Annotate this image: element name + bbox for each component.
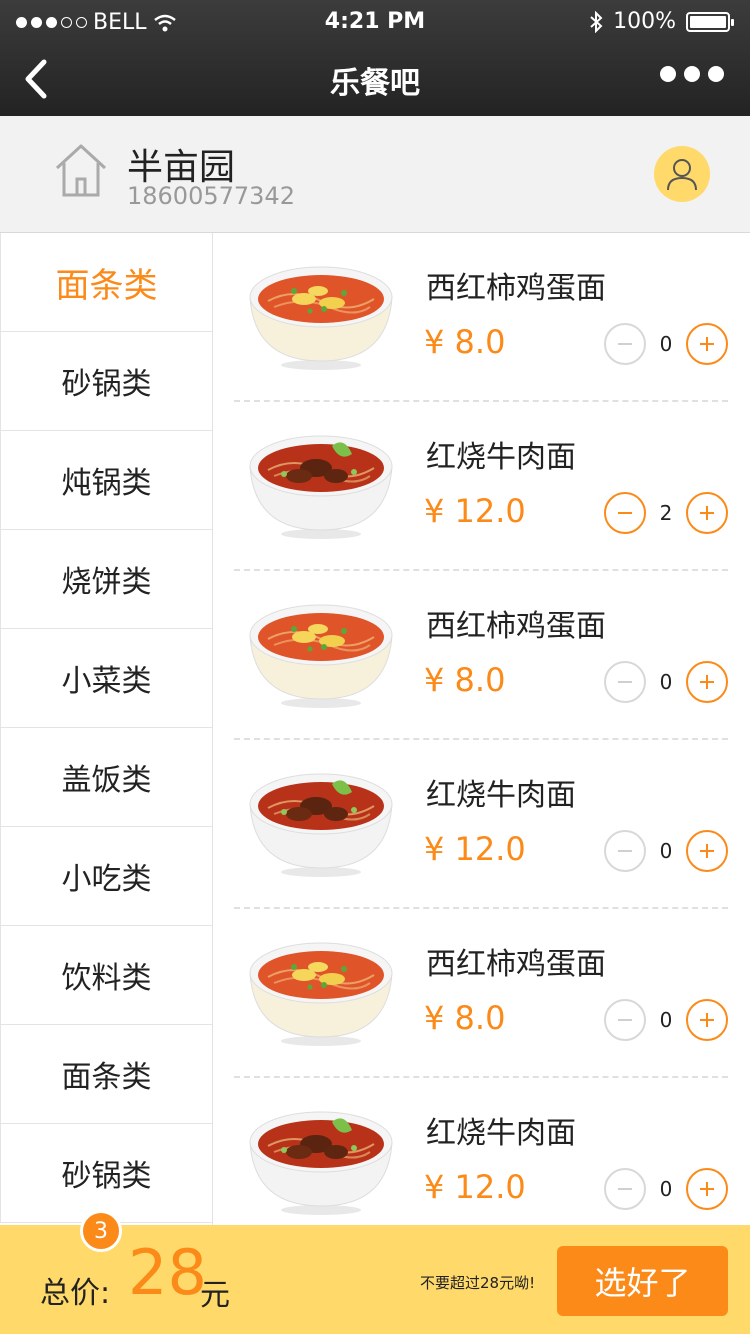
increase-button[interactable] bbox=[686, 999, 728, 1041]
plus-icon bbox=[700, 337, 714, 351]
more-dot-icon bbox=[708, 66, 724, 82]
store-header: 半亩园 18600577342 bbox=[0, 116, 750, 233]
page-title: 乐餐吧 bbox=[330, 66, 420, 101]
decrease-button[interactable] bbox=[604, 492, 646, 534]
category-item[interactable]: 面条类 bbox=[0, 1025, 212, 1124]
tomato-egg-noodle-icon bbox=[244, 257, 398, 371]
braised-beef-noodle-icon bbox=[244, 426, 398, 540]
increase-button[interactable] bbox=[686, 492, 728, 534]
decrease-button[interactable] bbox=[604, 999, 646, 1041]
quantity-stepper: 0 bbox=[604, 1168, 728, 1210]
submit-button[interactable]: 选好了 bbox=[557, 1246, 728, 1316]
category-item[interactable]: 烧饼类 bbox=[0, 530, 212, 629]
decrease-button[interactable] bbox=[604, 1168, 646, 1210]
item-price: ¥ 8.0 bbox=[424, 661, 506, 699]
quantity-value: 0 bbox=[659, 1177, 673, 1201]
quantity-value: 0 bbox=[659, 670, 673, 694]
item-name: 红烧牛肉面 bbox=[426, 1116, 576, 1151]
product-list: 西红柿鸡蛋面 ¥ 8.0 0 红烧牛肉面 ¥ 12.0 2 西红柿鸡蛋面 ¥ 8.0 0 红烧牛肉… bbox=[214, 233, 750, 1225]
minus-icon bbox=[618, 1019, 632, 1021]
menu-item: 红烧牛肉面 ¥ 12.0 0 bbox=[214, 1078, 750, 1225]
bluetooth-icon bbox=[590, 10, 603, 33]
minus-icon bbox=[618, 512, 632, 514]
quantity-stepper: 2 bbox=[604, 492, 728, 534]
category-item[interactable]: 面条类 bbox=[0, 233, 212, 332]
quantity-stepper: 0 bbox=[604, 661, 728, 703]
decrease-button[interactable] bbox=[604, 830, 646, 872]
menu-item: 红烧牛肉面 ¥ 12.0 2 bbox=[214, 402, 750, 571]
item-price: ¥ 8.0 bbox=[424, 323, 506, 361]
home-icon bbox=[55, 144, 107, 197]
budget-note: 不要超过28元呦! bbox=[420, 1274, 536, 1292]
quantity-stepper: 0 bbox=[604, 830, 728, 872]
item-name: 西红柿鸡蛋面 bbox=[426, 947, 606, 982]
category-sidebar: 面条类 砂锅类 炖锅类 烧饼类 小菜类 盖饭类 小吃类 饮料类 面条类 砂锅类 bbox=[0, 233, 213, 1225]
tomato-egg-noodle-icon bbox=[244, 595, 398, 709]
total-value: 28 bbox=[128, 1236, 207, 1309]
user-avatar-button[interactable] bbox=[654, 146, 710, 202]
category-item[interactable]: 炖锅类 bbox=[0, 431, 212, 530]
category-item[interactable]: 砂锅类 bbox=[0, 332, 212, 431]
total-unit: 元 bbox=[200, 1278, 230, 1313]
quantity-stepper: 0 bbox=[604, 999, 728, 1041]
quantity-value: 2 bbox=[659, 501, 673, 525]
plus-icon bbox=[700, 506, 714, 520]
increase-button[interactable] bbox=[686, 323, 728, 365]
menu-item: 西红柿鸡蛋面 ¥ 8.0 0 bbox=[214, 571, 750, 740]
category-item[interactable]: 盖饭类 bbox=[0, 728, 212, 827]
more-dot-icon bbox=[660, 66, 676, 82]
braised-beef-noodle-icon bbox=[244, 1102, 398, 1216]
decrease-button[interactable] bbox=[604, 323, 646, 365]
tomato-egg-noodle-icon bbox=[244, 933, 398, 1047]
item-price: ¥ 8.0 bbox=[424, 999, 506, 1037]
quantity-value: 0 bbox=[659, 839, 673, 863]
status-right: 100% bbox=[589, 9, 734, 34]
increase-button[interactable] bbox=[686, 1168, 728, 1210]
total-label: 总价: bbox=[40, 1276, 111, 1311]
category-item[interactable]: 小菜类 bbox=[0, 629, 212, 728]
minus-icon bbox=[618, 343, 632, 345]
menu-item: 西红柿鸡蛋面 ¥ 8.0 0 bbox=[214, 909, 750, 1078]
quantity-value: 0 bbox=[659, 332, 673, 356]
item-price: ¥ 12.0 bbox=[424, 492, 526, 530]
battery-percent: 100% bbox=[613, 9, 676, 34]
category-item[interactable]: 砂锅类 bbox=[0, 1124, 212, 1223]
plus-icon bbox=[700, 844, 714, 858]
category-item[interactable]: 小吃类 bbox=[0, 827, 212, 926]
decrease-button[interactable] bbox=[604, 661, 646, 703]
plus-icon bbox=[700, 1013, 714, 1027]
battery-icon bbox=[686, 11, 734, 32]
increase-button[interactable] bbox=[686, 830, 728, 872]
item-name: 红烧牛肉面 bbox=[426, 778, 576, 813]
item-name: 西红柿鸡蛋面 bbox=[426, 609, 606, 644]
more-button[interactable] bbox=[660, 66, 724, 82]
braised-beef-noodle-icon bbox=[244, 764, 398, 878]
plus-icon bbox=[700, 1182, 714, 1196]
quantity-value: 0 bbox=[659, 1008, 673, 1032]
item-price: ¥ 12.0 bbox=[424, 830, 526, 868]
minus-icon bbox=[618, 681, 632, 683]
minus-icon bbox=[618, 1188, 632, 1190]
item-price: ¥ 12.0 bbox=[424, 1168, 526, 1206]
cart-count-badge: 3 bbox=[80, 1210, 122, 1252]
top-bar: BELL 4:21 PM 100% 乐餐吧 bbox=[0, 0, 750, 116]
status-bar: BELL 4:21 PM 100% bbox=[0, 0, 750, 44]
category-item[interactable]: 饮料类 bbox=[0, 926, 212, 1025]
item-name: 红烧牛肉面 bbox=[426, 440, 576, 475]
increase-button[interactable] bbox=[686, 661, 728, 703]
store-phone: 18600577342 bbox=[127, 182, 295, 210]
nav-bar: 乐餐吧 bbox=[0, 44, 750, 116]
item-name: 西红柿鸡蛋面 bbox=[426, 271, 606, 306]
user-icon bbox=[667, 159, 697, 191]
menu-item: 西红柿鸡蛋面 ¥ 8.0 0 bbox=[214, 233, 750, 402]
menu-item: 红烧牛肉面 ¥ 12.0 0 bbox=[214, 740, 750, 909]
more-dot-icon bbox=[684, 66, 700, 82]
plus-icon bbox=[700, 675, 714, 689]
quantity-stepper: 0 bbox=[604, 323, 728, 365]
minus-icon bbox=[618, 850, 632, 852]
